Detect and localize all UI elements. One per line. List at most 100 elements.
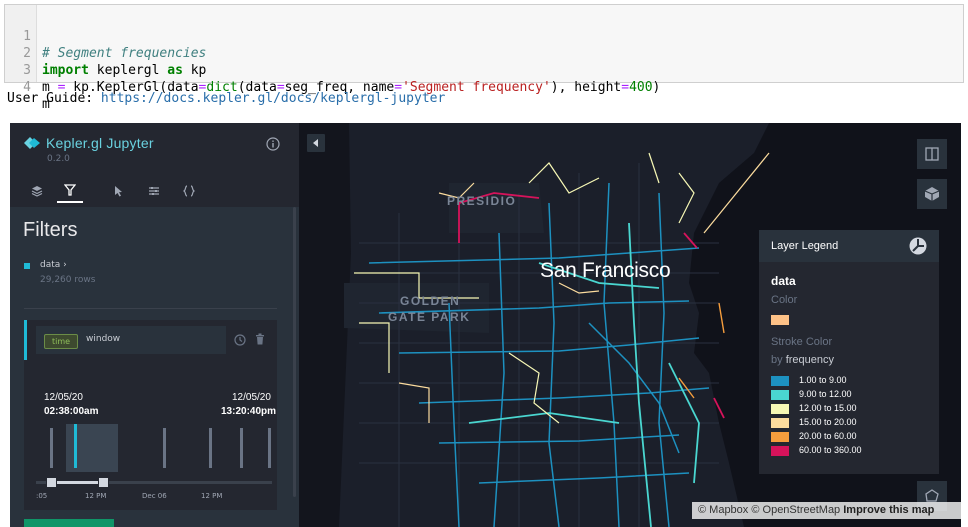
- code-line: 4 m: [5, 62, 50, 112]
- map-area-label: GATE PARK: [388, 310, 471, 324]
- kepler-widget: PRESIDIO GOLDEN GATE PARK San Francisco …: [10, 123, 961, 527]
- code-cell[interactable]: 1 # Segment frequencies 2 import keplerg…: [4, 4, 964, 112]
- legend-item-swatch: [771, 376, 789, 386]
- filter-icon: [64, 184, 76, 196]
- axis-tick-label: Dec 06: [142, 492, 167, 500]
- legend-layer-name: data: [771, 274, 796, 288]
- user-guide-label: User Guide:: [7, 91, 101, 106]
- legend-item-label: 9.00 to 12.00: [799, 389, 852, 399]
- layers-icon: [31, 186, 43, 197]
- histogram-bar: [74, 424, 77, 468]
- layer-legend: Layer Legend data Color Stroke Color by …: [759, 230, 939, 474]
- axis-tick-label: 12 PM: [85, 492, 107, 500]
- cube-icon: [924, 187, 940, 201]
- side-panel-header: Kepler.gl Jupyter 0.2.0: [10, 123, 299, 207]
- code-operator: =: [621, 80, 630, 95]
- map-city-label: San Francisco: [540, 259, 671, 282]
- range-end-time: 13:20:40pm: [221, 406, 277, 417]
- presidio-park: [449, 183, 544, 233]
- code-keyword: as: [167, 63, 183, 78]
- improve-map-link[interactable]: Improve this map: [843, 504, 934, 516]
- slider-selected-range: [52, 481, 104, 484]
- dataset-color-dot: [24, 263, 30, 269]
- range-start-time: 02:38:00am: [44, 406, 99, 417]
- attribution-osm-link[interactable]: © OpenStreetMap: [751, 504, 840, 516]
- slider-end-handle[interactable]: [98, 477, 109, 488]
- code-text: kp: [182, 63, 207, 78]
- trash-icon[interactable]: [255, 333, 265, 345]
- code-text: ), height: [550, 80, 622, 95]
- code-line: 2 import keplergl as kp: [5, 28, 206, 78]
- histogram-bar: [163, 428, 166, 468]
- legend-item-label: 20.00 to 60.00: [799, 431, 857, 441]
- map-attribution: © Mapbox © OpenStreetMap Improve this ma…: [692, 502, 961, 519]
- legend-item-swatch: [771, 418, 789, 428]
- filter-card: time window 12/05/20 02:38:00am 12/05/20…: [24, 320, 277, 510]
- dataset-row-count: 29,260 rows: [40, 275, 96, 285]
- code-text: keplergl: [88, 63, 168, 78]
- legend-icon: [909, 237, 927, 255]
- legend-title: Layer Legend: [771, 240, 839, 252]
- user-guide-output: User Guide: https://docs.kepler.gl/docs/…: [7, 91, 445, 106]
- code-line: 1 # Segment frequencies: [5, 11, 206, 61]
- tab-interactions[interactable]: [106, 179, 132, 203]
- app-version: 0.2.0: [47, 154, 70, 164]
- 3d-view-button[interactable]: [917, 179, 947, 209]
- filter-card-accent: [24, 320, 27, 360]
- legend-header: Layer Legend: [759, 230, 939, 262]
- field-type-tag: time: [44, 334, 79, 349]
- range-end-date: 12/05/20: [232, 392, 271, 403]
- legend-item-label: 60.00 to 360.00: [799, 445, 862, 455]
- legend-item-label: 15.00 to 20.00: [799, 417, 857, 427]
- legend-stroke-label: Stroke Color: [771, 336, 833, 348]
- map-area-label: PRESIDIO: [447, 194, 517, 208]
- dataset-name-label: data: [40, 260, 61, 270]
- histogram-bar: [50, 428, 53, 468]
- legend-item-swatch: [771, 404, 789, 414]
- app-title: Kepler.gl Jupyter: [46, 135, 154, 151]
- tab-filters[interactable]: [57, 179, 83, 203]
- collapse-sidebar-button[interactable]: [307, 134, 325, 152]
- golden-gate-park: [344, 283, 489, 333]
- legend-item-label: 12.00 to 15.00: [799, 403, 857, 413]
- histogram-bar: [268, 428, 271, 468]
- interaction-icon: [115, 186, 122, 197]
- code-number: 400: [629, 80, 653, 95]
- attribution-mapbox-link[interactable]: © Mapbox: [698, 504, 748, 516]
- legend-by-field: by frequency: [771, 354, 834, 366]
- code-text: ): [652, 80, 661, 95]
- chevron-left-icon: [313, 139, 318, 147]
- legend-item-label: 1.00 to 9.00: [799, 375, 847, 385]
- tab-map-style[interactable]: [141, 179, 167, 203]
- legend-by-label: by: [771, 354, 783, 366]
- filter-card-header[interactable]: time window: [36, 326, 226, 354]
- clock-icon[interactable]: [234, 334, 246, 346]
- info-icon[interactable]: [266, 137, 280, 151]
- legend-item-swatch: [771, 390, 789, 400]
- split-map-button[interactable]: [917, 139, 947, 169]
- range-start-date: 12/05/20: [44, 392, 83, 403]
- code-comment: # Segment frequencies: [42, 46, 207, 61]
- slider-start-handle[interactable]: [46, 477, 57, 488]
- code-keyword: import: [42, 63, 89, 78]
- time-histogram: [36, 424, 272, 472]
- code-line: 3 m = kp.KeplerGl(data=dict(data=seg_fre…: [5, 45, 660, 95]
- legend-color-swatch: [771, 315, 789, 325]
- dataset-name[interactable]: data ›: [40, 260, 67, 270]
- histogram-bar: [240, 428, 243, 468]
- axis-tick-label: :05: [36, 492, 48, 500]
- tab-export[interactable]: [176, 179, 202, 203]
- add-filter-button[interactable]: [24, 519, 114, 527]
- user-guide-link[interactable]: https://docs.kepler.gl/docs/keplergl-jup…: [101, 91, 445, 106]
- filter-field-name: window: [86, 334, 121, 344]
- split-map-icon: [925, 147, 939, 161]
- chevron-right-icon: ›: [63, 260, 67, 270]
- legend-item-swatch: [771, 432, 789, 442]
- axis-tick-label: 12 PM: [201, 492, 223, 500]
- panel-title: Filters: [23, 219, 78, 241]
- tab-layers[interactable]: [24, 179, 50, 203]
- legend-toggle-button[interactable]: [909, 237, 927, 255]
- divider: [24, 308, 277, 309]
- side-panel-scrollbar[interactable]: [293, 207, 296, 497]
- histogram-bar: [209, 428, 212, 468]
